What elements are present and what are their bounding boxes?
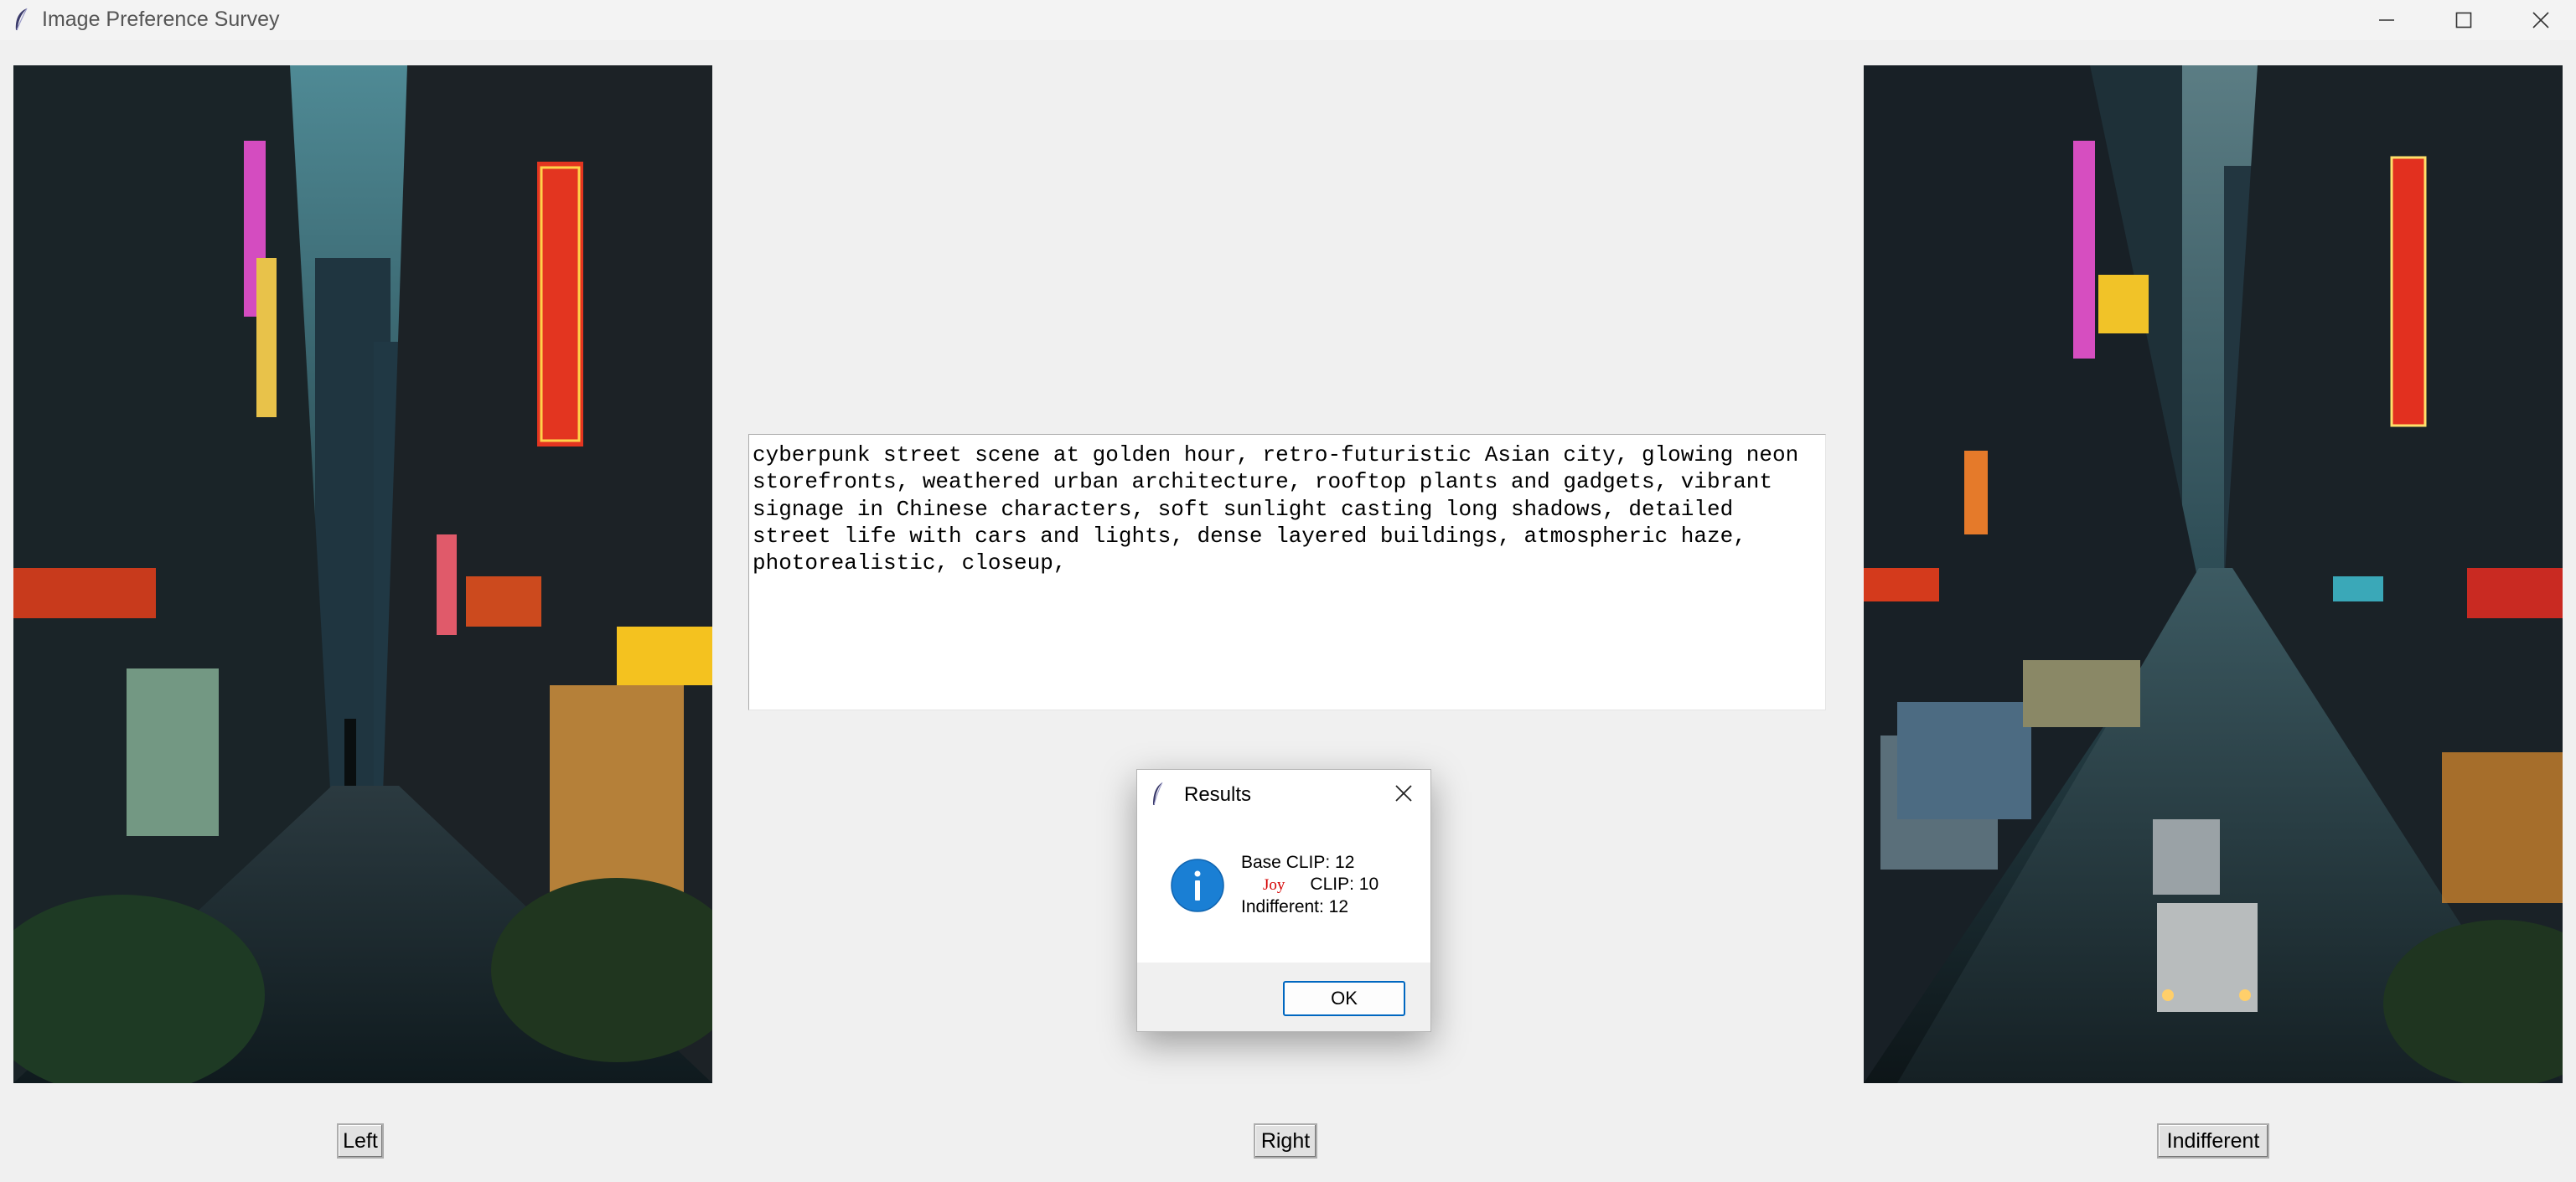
info-icon	[1171, 859, 1224, 912]
close-icon[interactable]	[1392, 782, 1415, 805]
joy-clip-result: Joy CLIP: 10	[1241, 874, 1379, 896]
window-titlebar: Image Preference Survey	[0, 0, 2576, 40]
dialog-title: Results	[1184, 783, 1252, 806]
maximize-button[interactable]	[2426, 0, 2501, 40]
minimize-button[interactable]	[2349, 0, 2424, 40]
right-button[interactable]: Right	[1254, 1123, 1317, 1159]
right-image	[1864, 65, 2563, 1083]
results-text: Base CLIP: 12 Joy CLIP: 10 Indifferent: 1…	[1241, 852, 1379, 918]
dialog-titlebar: Results	[1137, 770, 1430, 818]
left-button[interactable]: Left	[337, 1123, 384, 1159]
feather-icon	[1153, 782, 1163, 806]
left-image	[13, 65, 712, 1083]
prompt-textbox[interactable]: cyberpunk street scene at golden hour, r…	[748, 434, 1826, 710]
indifferent-button[interactable]: Indifferent	[2157, 1123, 2269, 1159]
dialog-body: Base CLIP: 12 Joy CLIP: 10 Indifferent: 1…	[1137, 818, 1430, 963]
minimize-icon	[2379, 19, 2394, 21]
joy-clip-value: CLIP: 10	[1310, 875, 1379, 894]
feather-icon	[15, 8, 28, 31]
joy-label: Joy	[1263, 876, 1285, 894]
close-icon	[2532, 12, 2549, 28]
window-title: Image Preference Survey	[42, 8, 280, 31]
maximize-icon	[2455, 12, 2472, 28]
base-clip-result: Base CLIP: 12	[1241, 853, 1355, 872]
results-dialog: Results Base CLIP: 12 Joy CLIP: 10 Indiff…	[1136, 769, 1431, 1032]
indifferent-result: Indifferent: 12	[1241, 897, 1349, 916]
ok-button[interactable]: OK	[1283, 981, 1405, 1016]
close-window-button[interactable]	[2503, 0, 2576, 40]
